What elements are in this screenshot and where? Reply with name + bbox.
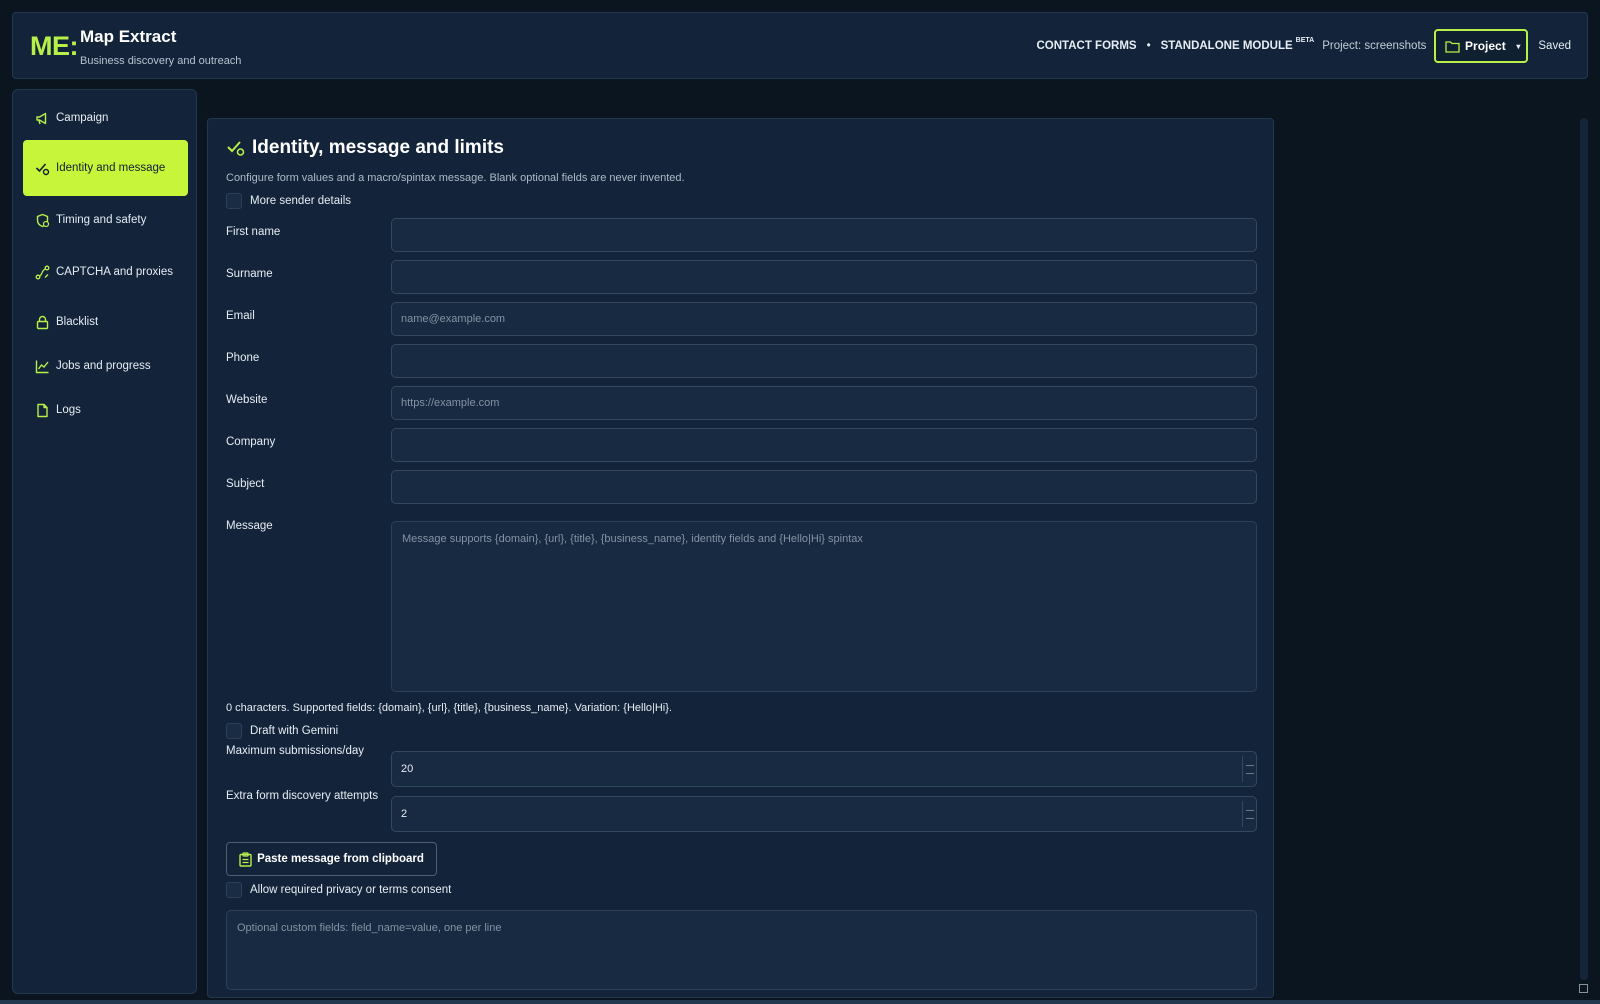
sidebar-item-identity[interactable]: Identity and message bbox=[23, 140, 188, 196]
email-label: Email bbox=[226, 310, 255, 322]
chart-line-icon bbox=[35, 360, 49, 373]
panel-title: Identity, message and limits bbox=[226, 137, 504, 159]
scrollbar[interactable] bbox=[1580, 118, 1588, 980]
website-label: Website bbox=[226, 394, 268, 406]
sidebar-item-jobs[interactable]: Jobs and progress bbox=[23, 346, 188, 386]
company-label: Company bbox=[226, 436, 276, 448]
allow-consent-checkbox[interactable] bbox=[226, 882, 242, 898]
extra-attempts-input[interactable]: 2 bbox=[391, 796, 1257, 832]
surname-field[interactable] bbox=[391, 260, 1257, 294]
sidebar: Campaign Identity and message Timing and… bbox=[12, 89, 197, 994]
app-header: ME: Map Extract Business discovery and o… bbox=[12, 12, 1588, 79]
message-textarea[interactable] bbox=[391, 521, 1257, 692]
project-button[interactable]: Project ▾ bbox=[1434, 29, 1529, 63]
max-submissions-value: 20 bbox=[401, 763, 414, 775]
company-field[interactable] bbox=[391, 428, 1257, 462]
extra-attempts-stepper[interactable] bbox=[1242, 801, 1256, 827]
extra-attempts-label: Extra form discovery attempts bbox=[226, 790, 379, 802]
extra-attempts-value: 2 bbox=[401, 808, 408, 820]
identity-panel: Identity, message and limits Configure f… bbox=[207, 118, 1274, 998]
panel-title-text: Identity, message and limits bbox=[252, 137, 505, 158]
shield-clock-icon bbox=[36, 213, 50, 227]
surname-label: Surname bbox=[226, 268, 273, 280]
sidebar-item-blacklist[interactable]: Blacklist bbox=[23, 302, 188, 342]
sidebar-item-label: Jobs and progress bbox=[56, 360, 151, 372]
phone-label: Phone bbox=[226, 352, 260, 364]
sidebar-item-label: CAPTCHA and proxies bbox=[56, 266, 173, 278]
lock-icon bbox=[36, 315, 49, 329]
app-subtitle: Business discovery and outreach bbox=[80, 55, 242, 67]
custom-fields-textarea[interactable] bbox=[226, 910, 1257, 990]
allow-consent-label: Allow required privacy or terms consent bbox=[250, 884, 452, 896]
chevron-down-icon[interactable]: ▾ bbox=[1516, 42, 1520, 51]
sidebar-item-timing[interactable]: Timing and safety bbox=[23, 200, 188, 240]
resize-handle[interactable] bbox=[1579, 984, 1588, 993]
folder-icon bbox=[1445, 40, 1460, 53]
panel-description: Configure form values and a macro/spinta… bbox=[226, 172, 685, 184]
draft-gemini-label: Draft with Gemini bbox=[250, 725, 339, 737]
max-submissions-stepper[interactable] bbox=[1242, 756, 1256, 782]
message-label: Message bbox=[226, 520, 273, 532]
sidebar-item-campaign[interactable]: Campaign bbox=[23, 98, 188, 138]
draft-gemini-checkbox[interactable] bbox=[226, 723, 242, 739]
file-icon bbox=[37, 403, 48, 417]
max-submissions-input[interactable]: 20 bbox=[391, 751, 1257, 787]
route-icon bbox=[35, 265, 50, 279]
character-count: 0 characters. Supported fields: {domain}… bbox=[226, 702, 672, 714]
sidebar-item-label: Identity and message bbox=[56, 162, 166, 174]
clipboard-icon bbox=[239, 851, 252, 867]
save-status: Saved bbox=[1538, 40, 1571, 52]
beta-badge: BETA bbox=[1295, 37, 1315, 44]
sidebar-item-captcha[interactable]: CAPTCHA and proxies bbox=[23, 252, 188, 292]
app-title: Map Extract bbox=[80, 27, 177, 46]
bottom-border bbox=[0, 1000, 1600, 1004]
nav-contact-forms[interactable]: CONTACT FORMS bbox=[1037, 40, 1137, 52]
phone-field[interactable] bbox=[391, 344, 1257, 378]
header-right: CONTACT FORMS • STANDALONE MODULE BETA P… bbox=[1037, 29, 1571, 63]
first-name-label: First name bbox=[226, 226, 281, 238]
nav-separator: • bbox=[1146, 40, 1151, 52]
project-button-label: Project bbox=[1465, 39, 1506, 53]
more-sender-details-label: More sender details bbox=[250, 195, 351, 207]
allow-consent-row: Allow required privacy or terms consent bbox=[226, 882, 451, 898]
subject-label: Subject bbox=[226, 478, 265, 490]
more-sender-details-checkbox[interactable] bbox=[226, 193, 242, 209]
megaphone-icon bbox=[36, 112, 47, 124]
sidebar-item-label: Logs bbox=[56, 404, 81, 416]
draft-gemini-row: Draft with Gemini bbox=[226, 723, 338, 739]
sidebar-item-label: Campaign bbox=[56, 112, 109, 124]
website-field[interactable] bbox=[391, 386, 1257, 420]
project-label: Project: screenshots bbox=[1322, 40, 1427, 52]
more-sender-details-row: More sender details bbox=[226, 193, 351, 209]
paste-message-button[interactable]: Paste message from clipboard bbox=[226, 842, 437, 876]
subject-field[interactable] bbox=[391, 470, 1257, 504]
max-submissions-label: Maximum submissions/day bbox=[226, 745, 365, 757]
check-badge-icon bbox=[227, 141, 245, 156]
nav-standalone-module[interactable]: STANDALONE MODULE bbox=[1161, 40, 1293, 52]
check-badge-icon bbox=[35, 162, 50, 175]
first-name-field[interactable] bbox=[391, 218, 1257, 252]
sidebar-item-logs[interactable]: Logs bbox=[23, 390, 188, 430]
email-field[interactable] bbox=[391, 302, 1257, 336]
app-logo: ME: bbox=[30, 31, 79, 61]
paste-message-label: Paste message from clipboard bbox=[257, 853, 424, 865]
sidebar-item-label: Timing and safety bbox=[56, 214, 147, 226]
sidebar-item-label: Blacklist bbox=[56, 316, 99, 328]
